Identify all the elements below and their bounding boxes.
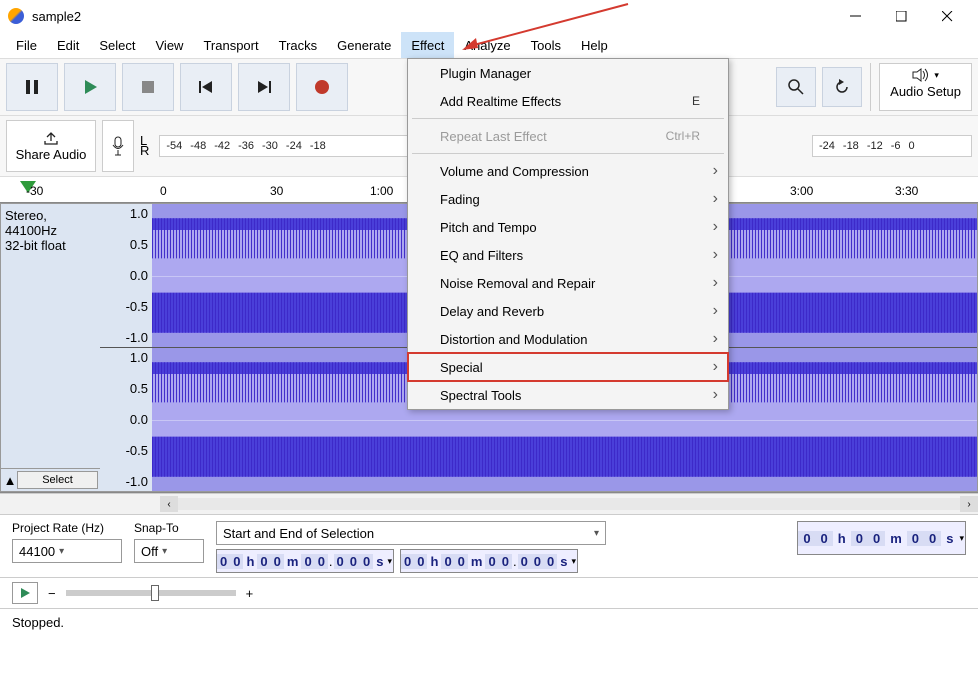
selection-start-timecode[interactable]: 00h 00m 00. 000s▾ <box>216 549 394 573</box>
menu-separator <box>412 153 724 154</box>
menuitem-volume-compression[interactable]: Volume and Compression <box>408 157 728 185</box>
project-rate-input[interactable]: 44100▾ <box>12 539 122 563</box>
window-title: sample2 <box>32 9 832 24</box>
skip-start-button[interactable] <box>180 63 232 111</box>
menuitem-noise-removal[interactable]: Noise Removal and Repair <box>408 269 728 297</box>
menuitem-fading[interactable]: Fading <box>408 185 728 213</box>
menuitem-spectral-tools[interactable]: Spectral Tools <box>408 381 728 409</box>
minimize-button[interactable] <box>832 1 878 31</box>
horizontal-scrollbar[interactable]: ‹ › <box>0 493 978 515</box>
audio-setup-label: Audio Setup <box>890 84 961 99</box>
play-button[interactable] <box>64 63 116 111</box>
titlebar: sample2 <box>0 0 978 32</box>
skip-end-button[interactable] <box>238 63 290 111</box>
track-control-panel[interactable]: Stereo, 44100Hz 32-bit float ▲ Select <box>0 203 100 492</box>
snap-to-label: Snap-To <box>134 521 204 535</box>
menu-transport[interactable]: Transport <box>193 32 268 58</box>
menuitem-repeat-last-effect: Repeat Last EffectCtrl+R <box>408 122 728 150</box>
menu-tracks[interactable]: Tracks <box>269 32 328 58</box>
amplitude-scale: 1.00.50.0-0.5-1.0 1.00.50.0-0.5-1.0 <box>100 203 152 492</box>
snap-to-select[interactable]: Off▾ <box>134 539 204 563</box>
menu-generate[interactable]: Generate <box>327 32 401 58</box>
menuitem-delay-reverb[interactable]: Delay and Reverb <box>408 297 728 325</box>
selection-mode-select[interactable]: Start and End of Selection▾ <box>216 521 606 545</box>
menu-analyze[interactable]: Analyze <box>454 32 520 58</box>
menu-select[interactable]: Select <box>89 32 145 58</box>
menu-separator <box>412 118 724 119</box>
lr-label: LR <box>140 136 149 156</box>
menu-edit[interactable]: Edit <box>47 32 89 58</box>
menubar: File Edit Select View Transport Tracks G… <box>0 32 978 58</box>
track-select-button[interactable]: Select <box>17 471 98 489</box>
pause-button[interactable] <box>6 63 58 111</box>
audio-position-timecode[interactable]: 00h 00m 00s▾ <box>797 521 966 555</box>
minus-label: − <box>48 586 56 601</box>
maximize-button[interactable] <box>878 1 924 31</box>
scroll-left-button[interactable]: ‹ <box>160 496 178 512</box>
track-format: Stereo, 44100Hz <box>5 208 96 238</box>
audio-setup-button[interactable]: ▾ Audio Setup <box>879 63 972 111</box>
menuitem-add-realtime-effects[interactable]: Add Realtime EffectsE <box>408 87 728 115</box>
record-button[interactable] <box>296 63 348 111</box>
menu-view[interactable]: View <box>146 32 194 58</box>
selection-end-timecode[interactable]: 00h 00m 00. 000s▾ <box>400 549 578 573</box>
menuitem-pitch-tempo[interactable]: Pitch and Tempo <box>408 213 728 241</box>
menu-help[interactable]: Help <box>571 32 618 58</box>
mic-button[interactable] <box>102 120 134 172</box>
menu-tools[interactable]: Tools <box>521 32 571 58</box>
effect-dropdown: Plugin Manager Add Realtime EffectsE Rep… <box>407 58 729 410</box>
undo-button[interactable] <box>822 67 862 107</box>
status-bar: Stopped. <box>0 609 978 636</box>
menuitem-eq-filters[interactable]: EQ and Filters <box>408 241 728 269</box>
playback-meter[interactable]: -24-18-12-60 <box>812 135 972 157</box>
track-depth: 32-bit float <box>5 238 96 253</box>
app-icon <box>8 8 24 24</box>
menuitem-plugin-manager[interactable]: Plugin Manager <box>408 59 728 87</box>
share-icon <box>43 131 59 145</box>
collapse-icon[interactable]: ▲ <box>3 473 17 488</box>
selection-toolbar: Project Rate (Hz) 44100▾ Snap-To Off▾ St… <box>0 515 978 578</box>
share-audio-button[interactable]: Share Audio <box>6 120 96 172</box>
stop-button[interactable] <box>122 63 174 111</box>
scroll-right-button[interactable]: › <box>960 496 978 512</box>
menuitem-special[interactable]: Special <box>408 353 728 381</box>
speaker-icon <box>912 68 930 82</box>
close-button[interactable] <box>924 1 970 31</box>
play-at-speed-button[interactable] <box>12 582 38 604</box>
project-rate-label: Project Rate (Hz) <box>12 521 122 535</box>
play-at-speed-toolbar: − + <box>0 578 978 609</box>
menu-effect[interactable]: Effect <box>401 32 454 58</box>
plus-label: + <box>246 586 254 601</box>
menuitem-distortion-modulation[interactable]: Distortion and Modulation <box>408 325 728 353</box>
zoom-button[interactable] <box>776 67 816 107</box>
menu-file[interactable]: File <box>6 32 47 58</box>
mic-icon <box>112 136 124 156</box>
playback-speed-slider[interactable] <box>66 590 236 596</box>
